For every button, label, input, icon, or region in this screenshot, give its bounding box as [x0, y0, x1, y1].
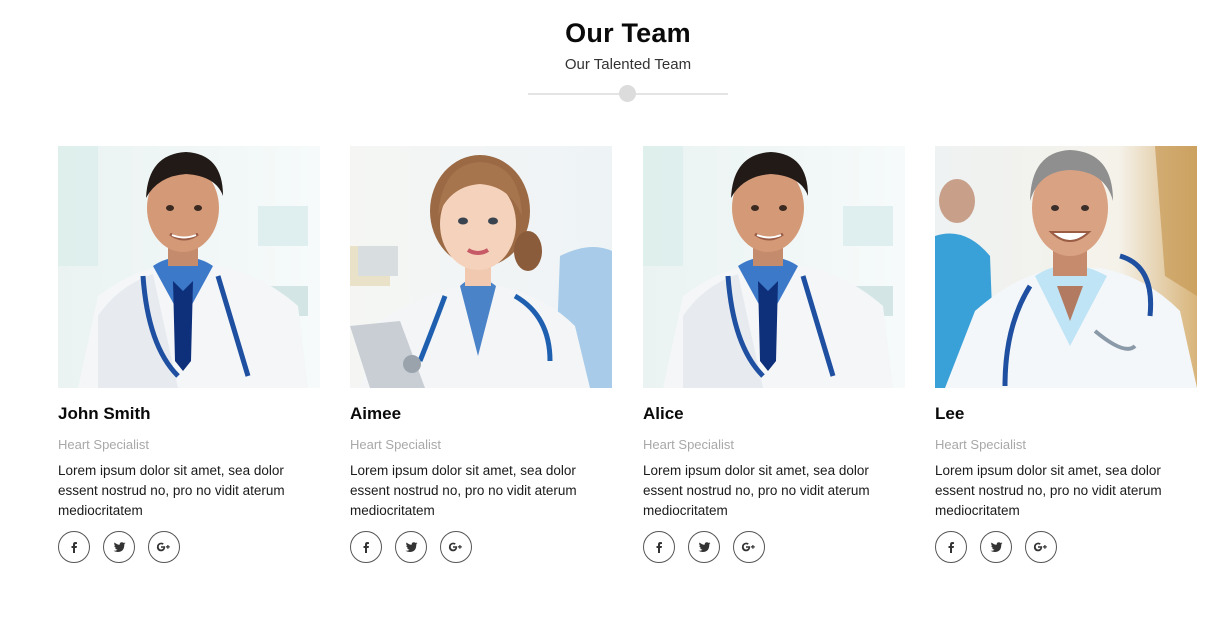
member-bio: Lorem ipsum dolor sit amet, sea dolor es…	[935, 463, 1162, 518]
team-member-card: John Smith Heart Specialist Lorem ipsum …	[58, 146, 321, 563]
twitter-icon	[405, 542, 417, 552]
section-title: Our Team	[565, 18, 691, 48]
facebook-icon	[656, 542, 662, 553]
grey-haired-doctor-photo	[935, 146, 1197, 388]
male-doctor-photo	[643, 146, 905, 388]
google-plus-button[interactable]	[1025, 531, 1057, 563]
google-plus-button[interactable]	[440, 531, 472, 563]
section-subtitle: Our Talented Team	[564, 56, 692, 73]
twitter-icon	[113, 542, 125, 552]
google-plus-icon	[156, 542, 170, 552]
member-role: Heart Specialist	[643, 437, 735, 452]
female-doctor-photo	[350, 146, 612, 388]
team-member-card: Lee Heart Specialist Lorem ipsum dolor s…	[935, 146, 1198, 563]
member-name: Aimee	[350, 404, 402, 423]
twitter-button[interactable]	[980, 531, 1012, 563]
member-photo	[350, 146, 612, 388]
social-links	[58, 531, 180, 563]
google-plus-icon	[448, 542, 462, 552]
facebook-button[interactable]	[935, 531, 967, 563]
google-plus-button[interactable]	[148, 531, 180, 563]
member-photo	[643, 146, 905, 388]
facebook-button[interactable]	[643, 531, 675, 563]
google-plus-button[interactable]	[733, 531, 765, 563]
twitter-button[interactable]	[103, 531, 135, 563]
member-name: Lee	[935, 404, 965, 423]
facebook-button[interactable]	[350, 531, 382, 563]
member-photo	[58, 146, 320, 388]
twitter-icon	[990, 542, 1002, 552]
member-role: Heart Specialist	[935, 437, 1027, 452]
social-links	[935, 531, 1057, 563]
facebook-icon	[948, 542, 954, 553]
twitter-button[interactable]	[395, 531, 427, 563]
member-bio: Lorem ipsum dolor sit amet, sea dolor es…	[643, 463, 870, 518]
header-divider-dot	[619, 85, 636, 102]
member-name: Alice	[643, 404, 684, 423]
member-bio: Lorem ipsum dolor sit amet, sea dolor es…	[350, 463, 577, 518]
google-plus-icon	[741, 542, 755, 552]
twitter-button[interactable]	[688, 531, 720, 563]
facebook-icon	[71, 542, 77, 553]
social-links	[643, 531, 765, 563]
member-role: Heart Specialist	[350, 437, 442, 452]
member-photo	[935, 146, 1197, 388]
twitter-icon	[698, 542, 710, 552]
member-bio: Lorem ipsum dolor sit amet, sea dolor es…	[58, 463, 285, 518]
google-plus-icon	[1033, 542, 1047, 552]
facebook-button[interactable]	[58, 531, 90, 563]
male-doctor-photo	[58, 146, 320, 388]
member-role: Heart Specialist	[58, 437, 150, 452]
team-member-card: Alice Heart Specialist Lorem ipsum dolor…	[643, 146, 906, 563]
social-links	[350, 531, 472, 563]
facebook-icon	[363, 542, 369, 553]
team-member-card: Aimee Heart Specialist Lorem ipsum dolor…	[350, 146, 613, 563]
member-name: John Smith	[58, 404, 151, 423]
